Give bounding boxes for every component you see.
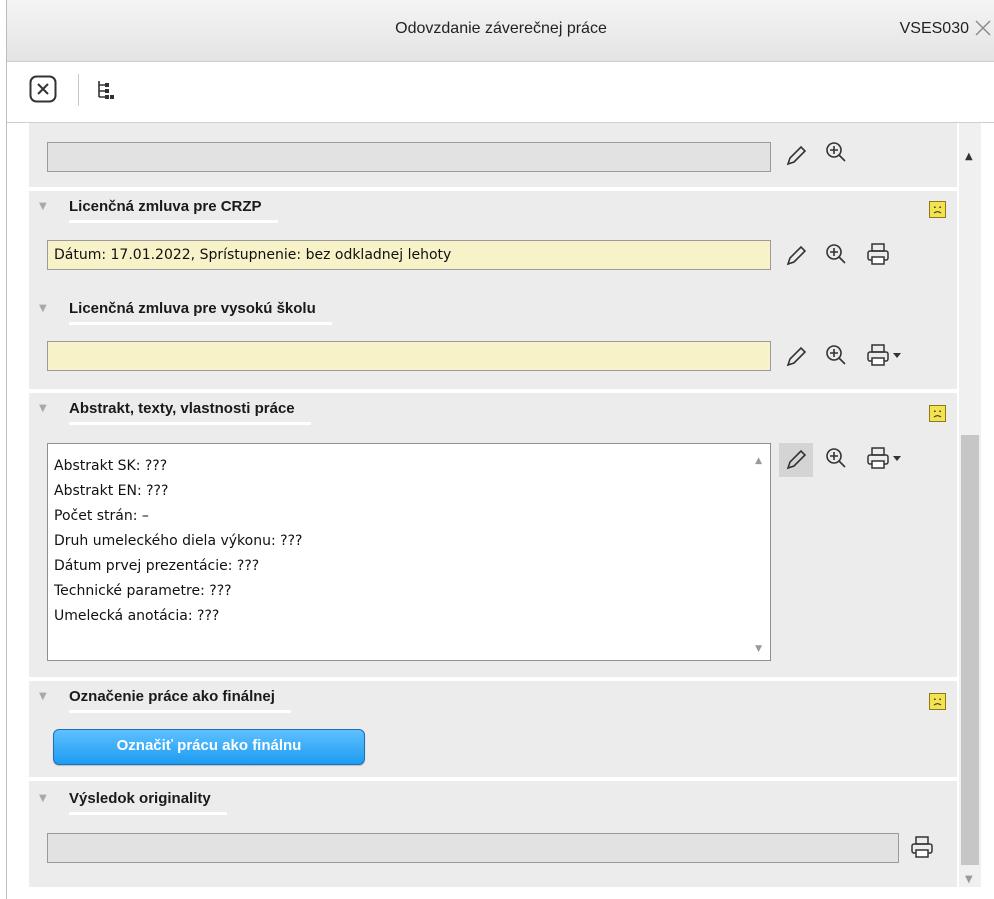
abstract-line: Dátum prvej prezentácie: ??? — [54, 558, 260, 574]
zoom-in-icon[interactable] — [823, 342, 849, 368]
zoom-in-icon[interactable] — [823, 139, 849, 165]
university-license-field[interactable] — [47, 341, 771, 371]
section-divider — [29, 677, 957, 681]
section-header-final[interactable]: ▼ Označenie práce ako finálnej — [29, 683, 957, 713]
title-bar: Odovzdanie záverečnej práce VSES030 — [7, 0, 994, 62]
originality-field[interactable] — [47, 833, 899, 863]
edit-pencil-icon — [783, 447, 809, 473]
section-title: Licenčná zmluva pre vysokú školu — [69, 300, 332, 325]
abstract-line: Umelecká anotácia: ??? — [54, 608, 220, 624]
abstract-line: Druh umeleckého diela výkonu: ??? — [54, 533, 303, 549]
abstract-line: Abstrakt EN: ??? — [54, 483, 169, 499]
section-header-crzp[interactable]: ▼ Licenčná zmluva pre CRZP — [29, 193, 957, 223]
sad-face-icon — [929, 201, 946, 218]
section-title: Licenčná zmluva pre CRZP — [69, 198, 278, 223]
zoom-in-icon[interactable] — [823, 241, 849, 267]
abstract-textarea[interactable]: Abstrakt SK: ??? Abstrakt EN: ??? Počet … — [47, 443, 771, 661]
collapse-triangle-icon[interactable]: ▼ — [39, 691, 47, 702]
section-title: Označenie práce ako finálnej — [69, 688, 291, 713]
top-field[interactable] — [47, 142, 771, 172]
window-code: VSES030 — [899, 20, 969, 37]
close-box-icon[interactable] — [29, 75, 57, 103]
print-dropdown-icon[interactable] — [865, 342, 907, 368]
collapse-triangle-icon[interactable]: ▼ — [39, 201, 47, 212]
toolbar-separator — [78, 74, 79, 106]
print-icon[interactable] — [865, 241, 891, 267]
abstract-line: Technické parametre: ??? — [54, 583, 232, 599]
window-close-icon[interactable] — [973, 18, 993, 38]
edit-pencil-icon[interactable] — [783, 143, 809, 169]
edit-pencil-icon[interactable] — [783, 243, 809, 269]
abstract-line: Počet strán: – — [54, 508, 149, 524]
edit-pencil-icon[interactable] — [783, 344, 809, 370]
crzp-license-field[interactable]: Dátum: 17.01.2022, Sprístupnenie: bez od… — [47, 240, 771, 270]
abstract-line: Abstrakt SK: ??? — [54, 458, 168, 474]
edit-pencil-button-active[interactable] — [779, 443, 813, 477]
section-divider — [29, 187, 957, 191]
print-dropdown-icon[interactable] — [865, 445, 907, 471]
section-header-abstract[interactable]: ▼ Abstrakt, texty, vlastnosti práce — [29, 395, 957, 425]
sad-face-icon — [929, 693, 946, 710]
collapse-triangle-icon[interactable]: ▼ — [39, 403, 47, 414]
textarea-scroll-up-icon[interactable]: ▲ — [755, 456, 762, 466]
section-header-university[interactable]: ▼ Licenčná zmluva pre vysokú školu — [29, 295, 957, 325]
toolbar — [7, 62, 994, 123]
section-title: Abstrakt, texty, vlastnosti práce — [69, 400, 311, 425]
section-title: Výsledok originality — [69, 790, 227, 815]
collapse-triangle-icon[interactable]: ▼ — [39, 793, 47, 804]
scroll-up-arrow-icon[interactable]: ▲ — [965, 151, 973, 162]
sad-face-icon — [929, 405, 946, 422]
dialog-window: Odovzdanie záverečnej práce VSES030 ▼ Li… — [6, 0, 994, 899]
section-header-originality[interactable]: ▼ Výsledok originality — [29, 785, 957, 815]
textarea-scroll-down-icon[interactable]: ▼ — [755, 644, 762, 654]
content-area: ▼ Licenčná zmluva pre CRZP Dátum: 17.01.… — [7, 123, 994, 899]
zoom-in-icon[interactable] — [823, 445, 849, 471]
tree-structure-icon[interactable] — [95, 79, 117, 101]
form-pane: ▼ Licenčná zmluva pre CRZP Dátum: 17.01.… — [29, 123, 957, 887]
section-divider — [29, 389, 957, 393]
collapse-triangle-icon[interactable]: ▼ — [39, 303, 47, 314]
section-divider — [29, 777, 957, 781]
scrollbar-thumb[interactable] — [961, 435, 979, 865]
mark-final-button[interactable]: Označiť prácu ako finálnu — [53, 729, 365, 765]
scroll-down-arrow-icon[interactable]: ▼ — [965, 874, 973, 885]
window-title: Odovzdanie záverečnej práce — [395, 20, 607, 37]
vertical-scrollbar[interactable]: ▲ ▼ — [959, 123, 981, 887]
print-icon[interactable] — [909, 834, 935, 860]
